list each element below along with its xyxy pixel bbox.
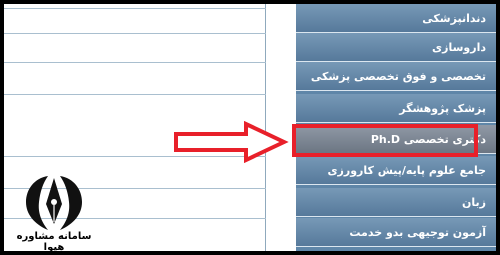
arrow-right-icon [174, 121, 289, 163]
highlight-box [292, 124, 478, 157]
menu-item-orientation-exam[interactable]: آزمون توجیهی بدو خدمت [296, 218, 496, 247]
hepova-logo: سامانه مشاوره هپوا [8, 174, 100, 253]
menu-item-label: زبان [462, 196, 486, 209]
menu-item-label: داروسازی [432, 41, 486, 54]
menu-item-pharmacy[interactable]: داروسازی [296, 33, 496, 62]
menu-item-label: جامع علوم پایه/پیش کارورزی [327, 164, 486, 177]
logo-caption: سامانه مشاوره هپوا [16, 231, 92, 253]
table-row [4, 8, 266, 9]
menu-item-label: پزشک پژوهشگر [399, 102, 486, 115]
table-row [4, 33, 266, 34]
menu-item-medical-specialty[interactable]: تخصصی و فوق تخصصی پزشکی [296, 62, 496, 91]
table-row [4, 94, 266, 95]
menu-item-label: دندانپزشکی [422, 12, 486, 25]
menu-item-basic-sciences[interactable]: جامع علوم پایه/پیش کارورزی [296, 156, 496, 185]
table-row [4, 62, 266, 63]
menu-item-language[interactable]: زبان [296, 188, 496, 217]
menu-item-label: تخصصی و فوق تخصصی پزشکی [310, 70, 486, 83]
pen-nib-logo-icon [26, 176, 82, 230]
menu-item-physician-researcher[interactable]: پزشک پژوهشگر [296, 94, 496, 123]
menu-item-dentistry[interactable]: دندانپزشکی [296, 4, 496, 33]
menu-item-label: آزمون توجیهی بدو خدمت [349, 226, 486, 239]
